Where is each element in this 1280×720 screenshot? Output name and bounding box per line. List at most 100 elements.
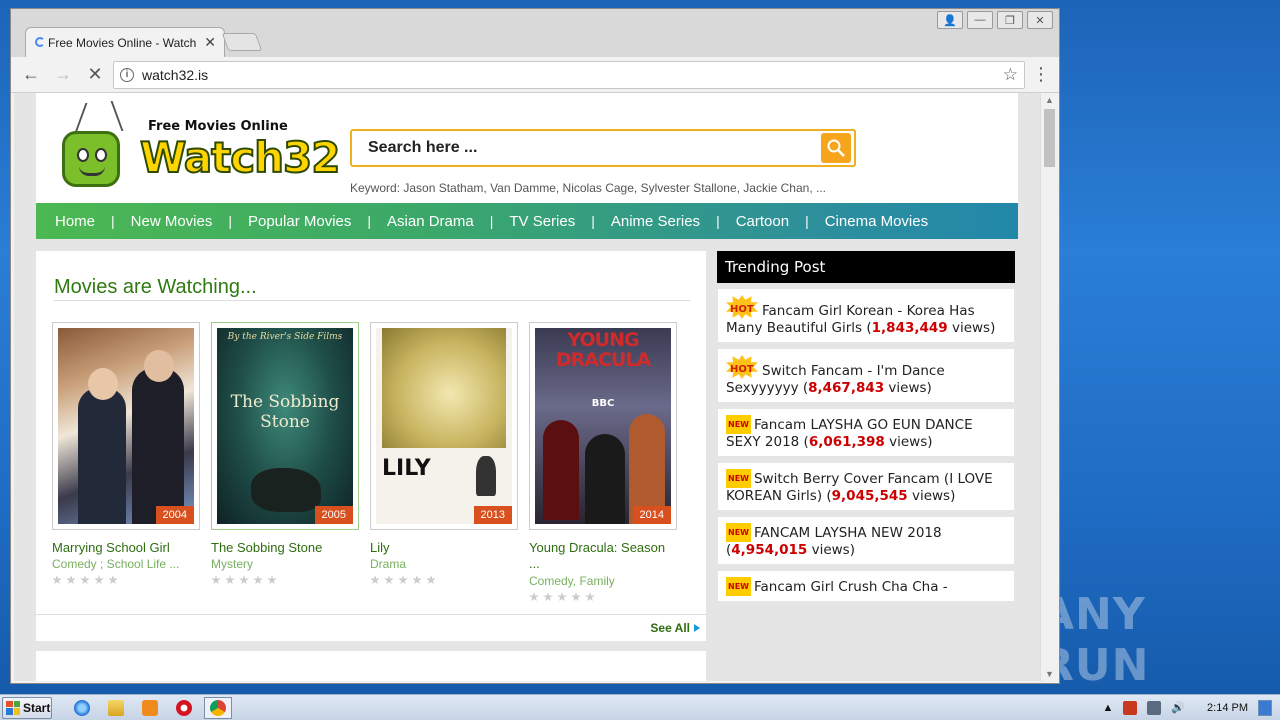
- nav-separator: |: [111, 213, 115, 229]
- taskbar-opera[interactable]: [170, 697, 198, 719]
- trending-item[interactable]: NEW FANCAM LAYSHA NEW 2018 (4,954,015 vie…: [717, 516, 1015, 565]
- opera-icon: [176, 699, 192, 716]
- movie-card[interactable]: LILY 2013 Lily Drama: [370, 322, 518, 585]
- bookmark-star-icon[interactable]: ☆: [1003, 65, 1018, 85]
- folder-icon: [108, 699, 124, 716]
- windows-taskbar: Start ▲ 🔊 2:14 PM: [0, 694, 1280, 720]
- views-suffix: views): [807, 542, 855, 558]
- nav-asian-drama[interactable]: Asian Drama: [387, 213, 474, 230]
- nav-cartoon[interactable]: Cartoon: [736, 213, 789, 230]
- taskbar-explorer[interactable]: [102, 697, 130, 719]
- nav-separator: |: [716, 213, 720, 229]
- poster-badge: BBC: [591, 398, 615, 409]
- poster-title: YOUNG DRACULA: [555, 329, 651, 371]
- nav-cinema-movies[interactable]: Cinema Movies: [825, 213, 928, 230]
- stop-loading-button[interactable]: ✕: [81, 61, 109, 89]
- movie-poster[interactable]: LILY 2013: [370, 322, 518, 530]
- movie-title[interactable]: Young Dracula: Season ...: [529, 540, 677, 572]
- movie-genre: Mystery: [211, 557, 253, 571]
- site-info-icon[interactable]: i: [120, 67, 134, 82]
- tab-close-icon[interactable]: ✕: [204, 34, 216, 51]
- movie-genre: Drama: [370, 557, 407, 571]
- poster-heading: By the River's Side Films: [227, 332, 343, 342]
- movies-watching-panel: Movies are Watching... 2004 Marrying Sch…: [36, 251, 706, 641]
- nav-tv-series[interactable]: TV Series: [509, 213, 575, 230]
- nav-home[interactable]: Home: [55, 213, 95, 230]
- movie-poster[interactable]: YOUNG DRACULA BBC 2014: [529, 322, 677, 530]
- taskbar-media-player[interactable]: [136, 697, 164, 719]
- trending-item[interactable]: NEW Fancam Girl Crush Cha Cha -: [717, 570, 1015, 602]
- site-logo[interactable]: Free Movies Online Watch32: [56, 97, 341, 197]
- new-tab-button[interactable]: [221, 33, 263, 51]
- movie-title[interactable]: Lily: [370, 540, 518, 555]
- movie-card[interactable]: YOUNG DRACULA BBC 2014 Young Dracula: Se…: [529, 322, 677, 602]
- nav-separator: |: [805, 213, 809, 229]
- volume-icon[interactable]: 🔊: [1171, 701, 1185, 714]
- search-keywords: Keyword: Jason Statham, Van Damme, Nicol…: [350, 181, 826, 195]
- address-bar[interactable]: i watch32.is ☆: [113, 60, 1025, 89]
- rating-stars: [529, 592, 677, 602]
- view-count: 8,467,843: [808, 380, 885, 396]
- poster-image: [58, 328, 194, 524]
- internet-explorer-icon: [74, 699, 90, 716]
- movie-title[interactable]: Marrying School Girl: [52, 540, 200, 555]
- trending-item[interactable]: NEW Switch Berry Cover Fancam (I LOVE KOR…: [717, 462, 1015, 511]
- network-icon[interactable]: [1147, 700, 1162, 715]
- taskbar-clock[interactable]: 2:14 PM: [1207, 702, 1248, 714]
- trending-title[interactable]: Fancam Girl Crush Cha Cha -: [754, 579, 948, 595]
- browser-tab[interactable]: Free Movies Online - Watch ✕: [25, 27, 225, 57]
- logo-tv-mascot: [62, 131, 120, 187]
- trending-item[interactable]: NEW Fancam LAYSHA GO EUN DANCE SEXY 2018 …: [717, 408, 1015, 457]
- views-suffix: views): [907, 488, 956, 504]
- chrome-icon: [210, 699, 226, 716]
- tray-expand-icon[interactable]: ▲: [1102, 702, 1113, 714]
- movie-card[interactable]: By the River's Side Films The Sobbing St…: [211, 322, 359, 585]
- movie-poster[interactable]: By the River's Side Films The Sobbing St…: [211, 322, 359, 530]
- taskbar-chrome[interactable]: [204, 696, 232, 719]
- scroll-up-arrow-icon[interactable]: ▲: [1041, 93, 1058, 107]
- year-badge: 2005: [314, 506, 353, 524]
- tab-title: Free Movies Online - Watch: [48, 35, 197, 50]
- back-button[interactable]: ←: [17, 61, 45, 89]
- year-badge: 2013: [473, 506, 512, 524]
- views-suffix: views): [947, 320, 996, 336]
- movie-poster[interactable]: 2004: [52, 322, 200, 530]
- search-button[interactable]: [821, 133, 851, 163]
- trending-item[interactable]: HOT Fancam Girl Korean - Korea Has Many B…: [717, 288, 1015, 343]
- see-all-link[interactable]: See All: [650, 621, 700, 635]
- start-button[interactable]: Start: [2, 696, 52, 719]
- movie-title[interactable]: The Sobbing Stone: [211, 540, 359, 555]
- view-count: 6,061,398: [808, 434, 885, 450]
- close-window-button[interactable]: ✕: [1027, 11, 1053, 29]
- action-center-icon[interactable]: [1123, 700, 1138, 715]
- views-suffix: views): [884, 434, 933, 450]
- nav-new-movies[interactable]: New Movies: [131, 213, 213, 230]
- system-tray: ▲ 🔊 2:14 PM: [1102, 699, 1280, 716]
- forward-button[interactable]: →: [49, 61, 77, 89]
- page-scrollbar[interactable]: ▲ ▼: [1040, 93, 1058, 681]
- trending-item[interactable]: HOT Switch Fancam - I'm Dance Sexyyyyyy (…: [717, 348, 1015, 403]
- nav-popular-movies[interactable]: Popular Movies: [248, 213, 351, 230]
- view-count: 1,843,449: [871, 320, 948, 336]
- show-desktop-button[interactable]: [1258, 699, 1272, 716]
- year-badge: 2004: [155, 506, 194, 524]
- taskbar-ie[interactable]: [68, 697, 96, 719]
- movie-genre: Comedy, Family: [529, 574, 615, 588]
- minimize-button[interactable]: —: [967, 11, 993, 29]
- scroll-down-arrow-icon[interactable]: ▼: [1041, 667, 1058, 681]
- movie-card[interactable]: 2004 Marrying School Girl Comedy ; Schoo…: [52, 322, 200, 585]
- profile-button[interactable]: 👤: [937, 11, 963, 29]
- restore-button[interactable]: ❐: [997, 11, 1023, 29]
- main-content: Movies are Watching... 2004 Marrying Sch…: [36, 239, 1018, 681]
- loading-icon: [35, 37, 45, 47]
- start-label: Start: [23, 700, 51, 715]
- nav-separator: |: [228, 213, 232, 229]
- browser-menu-icon[interactable]: ⋮: [1029, 64, 1053, 85]
- browser-toolbar: ← → ✕ i watch32.is ☆ ⋮: [11, 57, 1059, 93]
- view-count: 4,954,015: [731, 542, 808, 558]
- search-icon: [827, 139, 845, 157]
- logo-tagline: Free Movies Online: [148, 119, 288, 134]
- scroll-thumb[interactable]: [1044, 109, 1055, 167]
- nav-anime-series[interactable]: Anime Series: [611, 213, 700, 230]
- search-input[interactable]: [368, 139, 821, 157]
